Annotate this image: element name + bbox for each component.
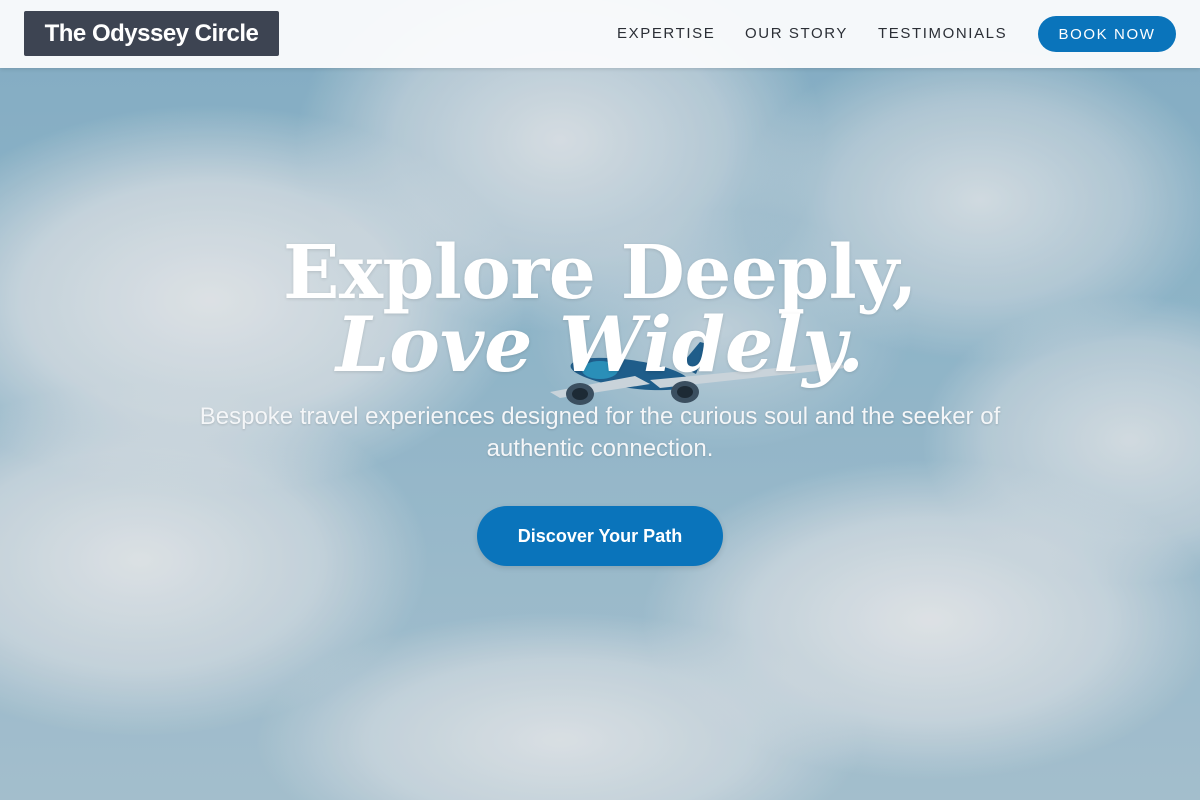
nav-link-expertise[interactable]: EXPERTISE bbox=[617, 25, 715, 42]
hero-section: Explore Deeply, Love Widely. Bespoke tra… bbox=[0, 0, 1200, 800]
nav-link-our-story[interactable]: OUR STORY bbox=[745, 25, 848, 42]
hero-headline-line2: Love Widely. bbox=[335, 300, 865, 389]
hero-subtitle: Bespoke travel experiences designed for … bbox=[199, 403, 1001, 462]
site-logo[interactable]: The Odyssey Circle bbox=[24, 11, 279, 56]
nav-link-testimonials[interactable]: TESTIMONIALS bbox=[878, 25, 1007, 42]
site-header: The Odyssey Circle EXPERTISE OUR STORY T… bbox=[0, 0, 1200, 68]
book-now-button[interactable]: BOOK NOW bbox=[1038, 16, 1176, 52]
discover-your-path-button[interactable]: Discover Your Path bbox=[477, 506, 723, 566]
